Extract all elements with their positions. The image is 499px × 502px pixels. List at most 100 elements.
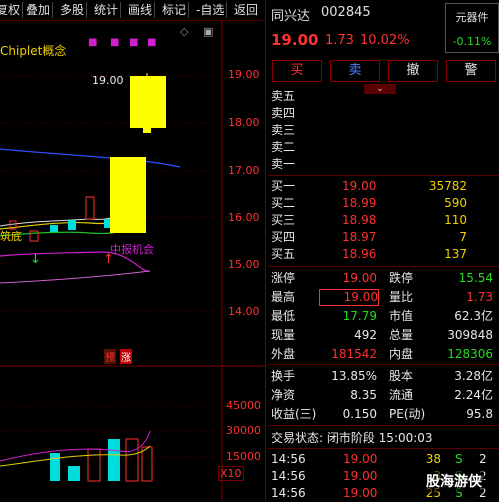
stat-label: 涨停 — [271, 271, 296, 285]
buy-level-label: 买五 — [271, 247, 296, 261]
stat-label: 净资 — [271, 388, 296, 402]
stock-name: 同兴达 — [271, 9, 311, 24]
stat-label: 跌停 — [389, 271, 414, 285]
candle — [29, 230, 39, 242]
toolbar-restore-button[interactable]: 复权 — [0, 2, 24, 18]
price-tick: 14.00 — [228, 305, 260, 318]
stat-value: 19.00 — [342, 271, 377, 285]
big-candle-1 — [110, 157, 146, 233]
ma-line-pink — [0, 270, 151, 284]
current-price: 19.00 — [271, 31, 319, 49]
stat-value: 2.24亿 — [454, 388, 493, 402]
toolbar-mark-button[interactable]: 标记 — [160, 2, 190, 18]
tick-row: 14:5619.003S2 — [271, 468, 487, 485]
cancel-order-button[interactable]: 撤 — [388, 60, 438, 82]
dot-marker: ■ — [129, 37, 138, 48]
volume-tick: 30000 — [226, 424, 261, 437]
volume-bar — [125, 438, 139, 482]
high-price-label: 19.00 — [92, 74, 124, 87]
collapse-icon[interactable]: ⌄ — [364, 84, 396, 94]
stat-row: 最低 17.79 市值 62.3亿 — [271, 308, 493, 325]
tick-time: 14:56 — [271, 469, 306, 483]
stat-value: 17.79 — [342, 309, 377, 323]
stat-row: 换手 13.85% 股本 3.28亿 — [271, 368, 493, 385]
divider — [268, 448, 499, 449]
buy-level-label: 买三 — [271, 213, 296, 227]
stat-value: 1.73 — [466, 290, 493, 304]
trade-status: 交易状态: 闭市阶段 15:00:03 — [271, 431, 433, 445]
tick-time: 14:56 — [271, 486, 306, 500]
toolbar-remove-watchlist-button[interactable]: -自选 — [194, 2, 228, 18]
price-tick: 17.00 — [228, 164, 260, 177]
stat-label: 量比 — [389, 290, 414, 304]
ma-line-blue — [0, 148, 181, 168]
stat-row: 现量 492 总量 309848 — [271, 327, 493, 344]
stat-label: 最高 — [271, 290, 296, 304]
buy-level-volume: 110 — [444, 213, 468, 227]
down-arrow-icon: ↓ — [30, 252, 41, 267]
stat-label: 内盘 — [389, 347, 414, 361]
price-tick: 16.00 — [228, 211, 260, 224]
buy-button[interactable]: 买 — [272, 60, 322, 82]
sector-pct: -0.11% — [452, 35, 492, 48]
stat-label: PE(动) — [389, 407, 426, 421]
stat-value: 492 — [354, 328, 377, 342]
tick-row: 14:56 19.00 25 S 2 — [271, 485, 487, 502]
panel-divider — [265, 0, 266, 501]
divider — [268, 266, 499, 267]
buy-level-volume: 590 — [444, 196, 468, 210]
alert-button[interactable]: 警 — [446, 60, 496, 82]
stat-value: 62.3亿 — [454, 309, 493, 323]
stat-label: 换手 — [271, 369, 296, 383]
divider — [268, 425, 499, 426]
tick-count: 2 — [479, 452, 487, 466]
volume-tick: 45000 — [226, 399, 261, 412]
sell-level-2: 卖二 — [271, 140, 296, 154]
buy-level-row: 买二 18.99 590 — [271, 195, 467, 212]
stat-value: 15.54 — [458, 271, 493, 285]
buy-level-volume: 137 — [444, 247, 468, 261]
divider — [268, 364, 499, 365]
volume-bar — [141, 446, 153, 482]
sector-box[interactable]: 元器件 -0.11% — [445, 3, 499, 53]
toolbar-draw-button[interactable]: 画线 — [126, 2, 156, 18]
sell-level-5: 卖五 — [271, 89, 296, 103]
stat-value: 19.00 — [319, 289, 379, 306]
volume-bar — [50, 453, 60, 481]
big-candle-2 — [130, 76, 166, 128]
divider — [268, 175, 499, 176]
volume-bar — [87, 448, 101, 482]
tick-price: 19.00 — [343, 469, 378, 483]
volume-bar — [108, 439, 120, 481]
toolbar-overlay-button[interactable]: 叠加 — [24, 2, 54, 18]
tick-price: 19.00 — [343, 486, 378, 500]
dot-marker: ■ — [110, 37, 119, 48]
tick-side: S — [455, 452, 463, 466]
volume-bar — [68, 466, 80, 481]
stat-label: 流通 — [389, 388, 414, 402]
buy-level-row: 买三 18.98 110 — [271, 212, 467, 229]
toolbar-stats-button[interactable]: 统计 — [92, 2, 122, 18]
buy-level-label: 买二 — [271, 196, 296, 210]
buy-level-volume: 35782 — [428, 179, 468, 193]
expand-icon: ▣ — [203, 25, 213, 38]
toolbar-multi-stock-button[interactable]: 多股 — [58, 2, 88, 18]
stat-value: 95.8 — [466, 407, 493, 421]
buy-level-volume: 7 — [459, 230, 468, 244]
annotation-label: 中报机会 — [110, 243, 154, 256]
price-tick: 18.00 — [228, 116, 260, 129]
stat-row: 涨停 19.00 跌停 15.54 — [271, 270, 493, 287]
badge-zhang: 涨 — [120, 349, 132, 364]
stat-row: 外盘 181542 内盘 128306 — [271, 346, 493, 363]
toolbar-back-button[interactable]: 返回 — [232, 2, 260, 18]
diamond-icon: ◇ — [180, 25, 189, 38]
candle — [85, 196, 95, 220]
candle — [68, 220, 76, 230]
stat-value: 128306 — [447, 347, 493, 361]
buy-level-label: 买一 — [271, 179, 296, 193]
tick-price: 19.00 — [343, 452, 378, 466]
left-label: 筑底 — [0, 230, 22, 243]
stat-row: 收益(三) 0.150 PE(动) 95.8 — [271, 406, 493, 423]
buy-level-row: 买四 18.97 7 — [271, 229, 467, 246]
sell-button[interactable]: 卖 — [330, 60, 380, 82]
